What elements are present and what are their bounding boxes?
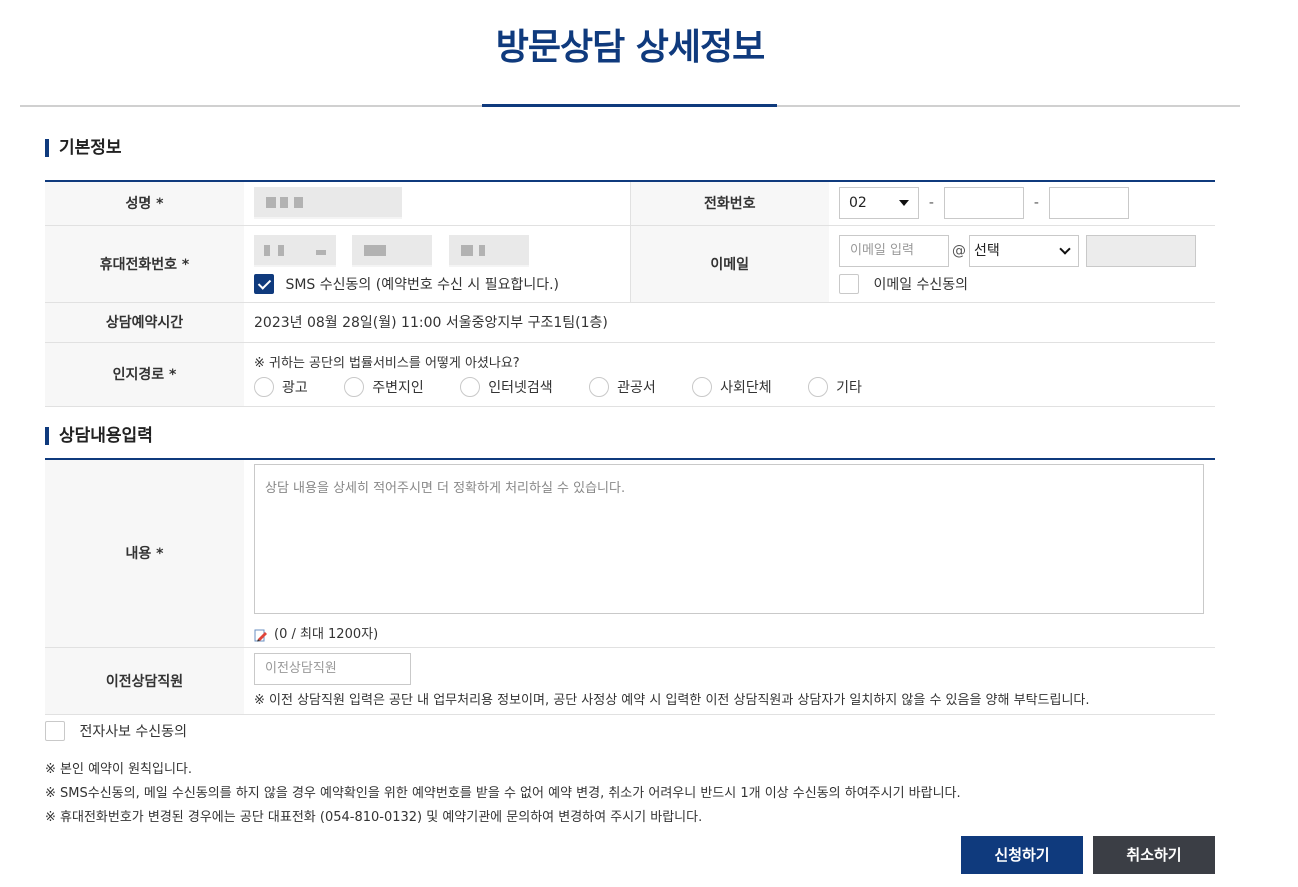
email-local-input[interactable]: 이메일 입력 <box>839 235 949 267</box>
source-cell: ※ 귀하는 공단의 법률서비스를 어떻게 아셨나요? 광고 주변지인 인터넷검색… <box>244 342 1215 407</box>
phone-separator: - <box>928 195 934 212</box>
e-newsletter-label: 전자사보 수신동의 <box>79 724 187 740</box>
prev-staff-input[interactable]: 이전상담직원 <box>254 653 411 685</box>
radio-label: 관공서 <box>617 379 656 396</box>
source-label: 인지경로 * <box>45 342 244 407</box>
radio-button[interactable] <box>254 376 274 397</box>
section-basic-heading: 기본정보 <box>45 139 122 157</box>
page-title: 방문상담 상세정보 <box>495 27 766 68</box>
source-option-government[interactable]: 관공서 <box>589 376 656 397</box>
notice-list: ※ 본인 예약이 원칙입니다. ※ SMS수신동의, 메일 수신동의를 하지 않… <box>45 758 961 830</box>
mobile-cell: SMS 수신동의 (예약번호 수신 시 필요합니다.) <box>244 225 630 303</box>
email-consent-label: 이메일 수신동의 <box>873 277 969 293</box>
source-option-ad[interactable]: 광고 <box>254 376 308 397</box>
name-cell <box>244 181 630 226</box>
radio-button[interactable] <box>344 376 365 397</box>
email-at-sign: @ <box>952 243 966 259</box>
title-divider-accent <box>482 104 777 107</box>
notice-item: ※ SMS수신동의, 메일 수신동의를 하지 않을 경우 예약확인을 위한 예약… <box>45 786 961 801</box>
name-input-masked[interactable] <box>254 187 402 220</box>
email-cell: 이메일 입력 @ 선택 이메일 수신동의 <box>829 225 1215 303</box>
notice-item: ※ 본인 예약이 원칙입니다. <box>45 762 193 777</box>
content-textarea[interactable]: 상담 내용을 상세히 적어주시면 더 정확하게 처리하실 수 있습니다. <box>254 464 1204 615</box>
prev-staff-label: 이전상담직원 <box>45 647 244 715</box>
prev-staff-cell: 이전상담직원 ※ 이전 상담직원 입력은 공단 내 업무처리용 정보이며, 공단… <box>244 647 1215 715</box>
pencil-icon <box>254 629 267 642</box>
content-label: 내용 * <box>45 459 244 648</box>
mobile-label: 휴대전화번호 * <box>45 225 244 303</box>
content-cell: 상담 내용을 상세히 적어주시면 더 정확하게 처리하실 수 있습니다. (0 … <box>244 459 1215 648</box>
e-newsletter-checkbox[interactable] <box>45 721 65 741</box>
char-count: (0 / 최대 1200자) <box>274 627 379 643</box>
phone-label: 전화번호 <box>629 181 829 226</box>
reservation-time-label: 상담예약시간 <box>45 302 244 343</box>
e-newsletter-consent: 전자사보 수신동의 <box>45 721 187 741</box>
radio-label: 주변지인 <box>372 379 424 396</box>
email-domain-input[interactable] <box>1086 235 1197 267</box>
section-consult-heading: 상담내용입력 <box>45 427 153 445</box>
mobile-last-masked[interactable] <box>448 235 529 267</box>
phone-separator: - <box>1033 195 1039 212</box>
phone-last-input[interactable] <box>1048 187 1129 220</box>
source-question: ※ 귀하는 공단의 법률서비스를 어떻게 아셨나요? <box>254 355 520 371</box>
reservation-time-value: 2023년 08월 28일(월) 11:00 서울중앙지부 구조1팀(1층) <box>244 302 1215 343</box>
radio-label: 광고 <box>282 379 308 396</box>
radio-label: 사회단체 <box>720 379 772 396</box>
phone-area-value: 02 <box>849 195 867 212</box>
caret-down-icon <box>899 200 909 207</box>
radio-button[interactable] <box>589 376 610 397</box>
prev-staff-note: ※ 이전 상담직원 입력은 공단 내 업무처리용 정보이며, 공단 사정상 예약… <box>254 693 1090 708</box>
name-label: 성명 * <box>45 181 244 226</box>
radio-button[interactable] <box>692 376 713 397</box>
phone-area-select[interactable]: 02 <box>839 187 919 220</box>
apply-button[interactable]: 신청하기 <box>961 836 1083 874</box>
source-option-acquaintance[interactable]: 주변지인 <box>344 376 424 397</box>
email-domain-select[interactable]: 선택 <box>969 235 1079 267</box>
email-label: 이메일 <box>629 225 829 303</box>
mobile-first-masked[interactable] <box>254 235 336 267</box>
chevron-down-icon <box>1059 243 1071 255</box>
cancel-button[interactable]: 취소하기 <box>1093 836 1215 874</box>
mobile-middle-masked[interactable] <box>352 235 433 267</box>
phone-middle-input[interactable] <box>943 187 1024 220</box>
consult-table: 내용 * 상담 내용을 상세히 적어주시면 더 정확하게 처리하실 수 있습니다… <box>45 458 1215 715</box>
sms-consent-label: SMS 수신동의 (예약번호 수신 시 필요합니다.) <box>285 277 560 293</box>
radio-label: 인터넷검색 <box>488 379 553 396</box>
radio-button[interactable] <box>460 376 481 397</box>
source-option-internet[interactable]: 인터넷검색 <box>460 376 553 397</box>
source-option-social[interactable]: 사회단체 <box>692 376 772 397</box>
phone-cell: 02 - - <box>829 181 1215 226</box>
email-domain-value: 선택 <box>974 243 1000 259</box>
basic-info-table: 성명 * 전화번호 02 - - 휴대전화번호 * SMS 수신동의 (예약번호… <box>45 180 1215 407</box>
radio-button[interactable] <box>808 376 829 397</box>
notice-item: ※ 휴대전화번호가 변경된 경우에는 공단 대표전화 (054-810-0132… <box>45 810 703 825</box>
source-option-other[interactable]: 기타 <box>808 376 862 397</box>
radio-label: 기타 <box>836 379 862 396</box>
source-radio-group: 광고 주변지인 인터넷검색 관공서 사회단체 기타 <box>254 376 1215 397</box>
email-consent-checkbox[interactable] <box>839 274 859 294</box>
sms-consent-checkbox[interactable] <box>254 274 274 294</box>
